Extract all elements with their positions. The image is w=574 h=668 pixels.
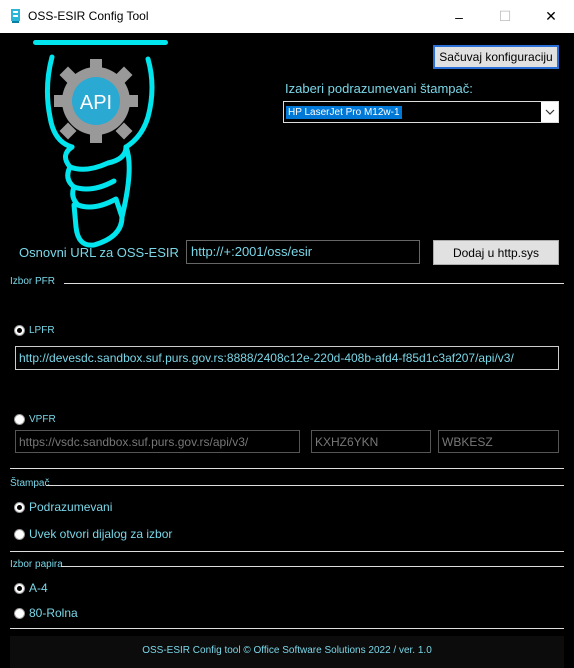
close-button[interactable]: ✕ — [528, 0, 574, 33]
maximize-button[interactable]: ☐ — [482, 0, 528, 33]
lpfr-radio-dot[interactable] — [14, 325, 25, 336]
papir-a4-dot[interactable] — [14, 582, 25, 594]
add-http-sys-button[interactable]: Dodaj u http.sys — [433, 240, 559, 265]
vpfr-url-input[interactable]: https://vsdc.sandbox.suf.purs.gov.rs/api… — [15, 430, 300, 453]
lpfr-label: LPFR — [29, 325, 55, 336]
window-title: OSS-ESIR Config Tool — [28, 9, 149, 23]
base-url-label: Osnovni URL za OSS-ESIR — [19, 245, 179, 260]
vpfr-field-3[interactable]: WBKESZ — [438, 430, 559, 453]
stampac-default-label: Podrazumevani — [29, 500, 113, 514]
papir-rolna-label: 80-Rolna — [29, 606, 78, 620]
chevron-down-icon[interactable] — [541, 102, 558, 122]
papir-group-label: Izbor papira — [10, 559, 63, 570]
save-config-button[interactable]: Sačuvaj konfiguraciju — [433, 45, 559, 69]
stampac-group-label: Štampač — [10, 478, 50, 489]
stampac-dialog-radio[interactable]: Uvek otvori dijalog za izbor — [14, 527, 172, 541]
papir-group-bottom — [10, 628, 564, 629]
stampac-group-bottom — [10, 551, 564, 552]
vpfr-field-2[interactable]: KXHZ6YKN — [311, 430, 431, 453]
footer-text: OSS-ESIR Config tool © Office Software S… — [142, 645, 432, 656]
minimize-button[interactable]: – — [436, 0, 482, 33]
pfr-group-label: Izbor PFR — [10, 276, 56, 287]
printer-selected-value: HP LaserJet Pro M12w-1 — [286, 105, 402, 119]
pfr-group-divider — [64, 283, 564, 284]
api-logo-text: API — [80, 92, 112, 114]
vpfr-radio-dot[interactable] — [14, 414, 25, 425]
stampac-group-divider — [46, 485, 564, 486]
papir-a4-radio[interactable]: A-4 — [14, 581, 48, 595]
vpfr-radio[interactable]: VPFR — [14, 414, 56, 425]
stampac-dialog-label: Uvek otvori dijalog za izbor — [29, 527, 173, 541]
printer-label: Izaberi podrazumevani štampač: — [285, 81, 473, 96]
api-hand-gear-icon: API — [44, 54, 155, 248]
stampac-default-dot[interactable] — [14, 501, 25, 513]
papir-rolna-radio[interactable]: 80-Rolna — [14, 606, 78, 620]
printer-select[interactable]: HP LaserJet Pro M12w-1 — [283, 101, 559, 123]
title-bar: OSS-ESIR Config Tool – ☐ ✕ — [0, 0, 574, 33]
papir-group-divider — [61, 566, 564, 567]
lpfr-radio[interactable]: LPFR — [14, 325, 55, 336]
stampac-dialog-dot[interactable] — [14, 528, 25, 540]
vpfr-label: VPFR — [29, 414, 56, 425]
papir-a4-label: A-4 — [29, 581, 48, 595]
papir-rolna-dot[interactable] — [14, 607, 25, 619]
stampac-default-radio[interactable]: Podrazumevani — [14, 500, 112, 514]
main-window: API Sačuvaj konfiguraciju Izaberi podraz… — [0, 33, 574, 668]
app-icon — [11, 9, 20, 23]
accent-bar — [33, 40, 168, 45]
lpfr-url-input[interactable]: http://devesdc.sandbox.suf.purs.gov.rs:8… — [15, 346, 559, 370]
pfr-group-bottom — [10, 468, 564, 469]
base-url-input[interactable]: http://+:2001/oss/esir — [186, 240, 420, 264]
